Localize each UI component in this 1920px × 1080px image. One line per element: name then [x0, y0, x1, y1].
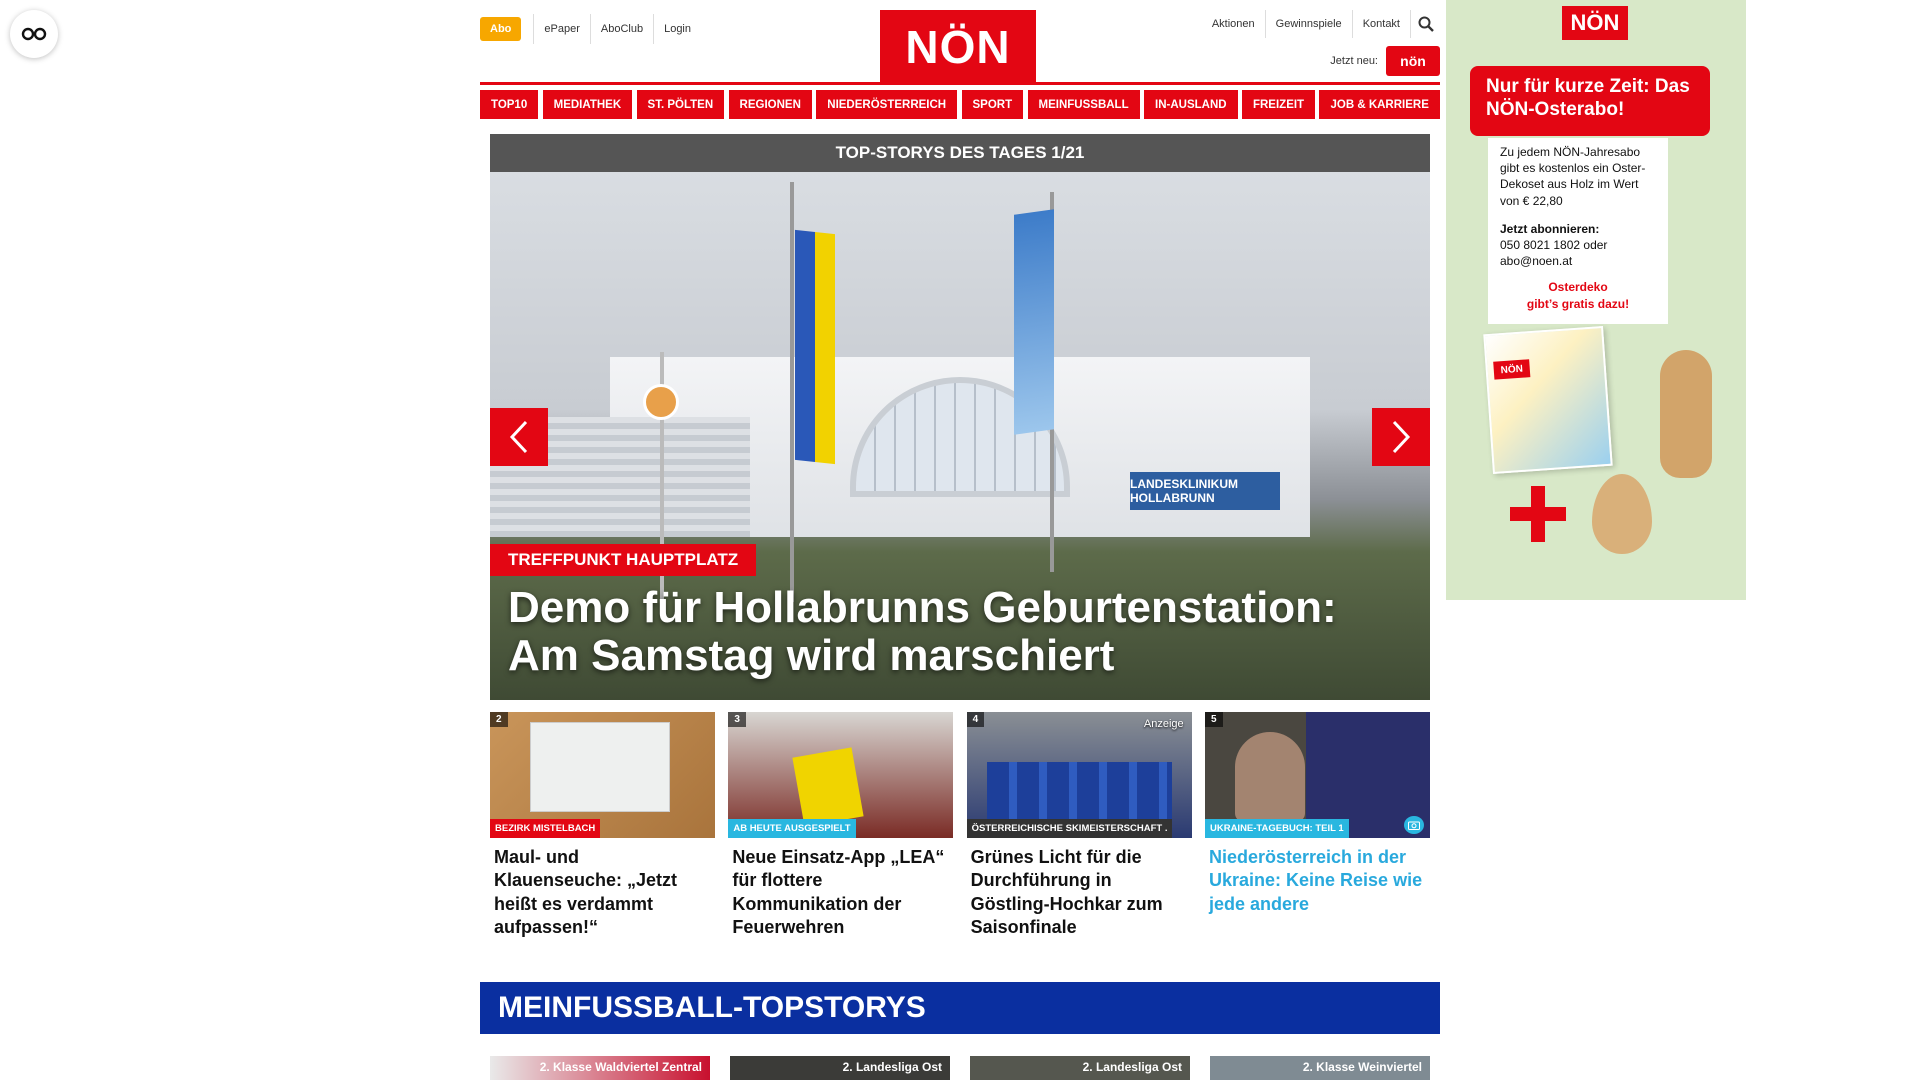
teaser-tag: AB HEUTE AUSGESPIELT: [728, 819, 856, 838]
ad-red-line-2: gibt’s gratis dazu!: [1526, 296, 1630, 311]
building-sign: LANDESKLINIKUM HOLLABRUNN: [1130, 472, 1280, 510]
jetzt-neu-label: Jetzt neu:: [1330, 55, 1378, 67]
ad-logo: NÖN: [1562, 6, 1628, 40]
teaser-tag: ÖSTERREICHISCHE SKIMEISTERSCHAFT .: [966, 819, 1173, 838]
main-nav: TOP10 MEDIATHEK ST. PÖLTEN REGIONEN NIED…: [480, 90, 1440, 119]
easter-egg-image: [1592, 474, 1652, 554]
teaser-title[interactable]: Niederösterreich in der Ukraine: Keine R…: [1209, 846, 1426, 916]
glasses-icon: [21, 27, 47, 41]
jetzt-neu: Jetzt neu: nön: [1330, 46, 1440, 76]
meinfussball-card-label: 2. Landesliga Ost: [842, 1060, 942, 1074]
nav-top10[interactable]: TOP10: [480, 90, 539, 119]
meinfussball-card[interactable]: 2. Klasse Waldviertel Zentral: [490, 1056, 710, 1080]
teaser-number: 5: [1204, 712, 1223, 727]
gewinnspiele-link[interactable]: Gewinnspiele: [1264, 10, 1352, 38]
teaser-number: 4: [966, 712, 985, 727]
teaser-image: 3 AB HEUTE AUSGESPIELT: [728, 712, 954, 838]
abo-button[interactable]: Abo: [480, 17, 522, 41]
slider-prev-button[interactable]: [490, 408, 548, 466]
hero-slide[interactable]: LANDESKLINIKUM HOLLABRUNN TREFFPUNKT HAU…: [490, 172, 1430, 700]
noen-logo[interactable]: NÖN: [880, 10, 1036, 84]
teaser-number: 2: [490, 712, 508, 727]
meinfussball-card-label: 2. Klasse Waldviertel Zentral: [539, 1060, 702, 1074]
page: Abo ePaper AboClub Login NÖN Aktionen Ge…: [480, 0, 1440, 1080]
easter-bunny-image: [1660, 350, 1712, 478]
ad-magazine-image: NÖN: [1483, 325, 1613, 475]
hero-title[interactable]: Demo für Hollabrunns Geburtenstation: Am…: [508, 583, 1408, 681]
aboclub-link[interactable]: AboClub: [589, 14, 653, 44]
nav-meinfussball[interactable]: MEINFUSSBALL: [1027, 90, 1140, 119]
nav-in-ausland[interactable]: IN-AUSLAND: [1144, 90, 1238, 119]
accessibility-button[interactable]: [10, 10, 58, 58]
teaser-image: 5 UKRAINE-TAGEBUCH: TEIL 1: [1204, 712, 1430, 838]
teaser-card[interactable]: 5 UKRAINE-TAGEBUCH: TEIL 1 Niederösterre…: [1204, 712, 1430, 940]
nav-job-karriere[interactable]: JOB & KARRIERE: [1319, 90, 1440, 119]
teaser-number: 3: [728, 712, 746, 727]
nav-mediathek[interactable]: MEDIATHEK: [542, 90, 633, 119]
ad-magazine-logo: NÖN: [1493, 359, 1531, 380]
nav-divider: [480, 82, 1440, 85]
hero-building-image: [490, 357, 1310, 537]
header-left: Abo ePaper AboClub Login: [480, 14, 701, 44]
ad-label: Anzeige: [1143, 718, 1184, 730]
ad-headline: Nur für kurze Zeit: Das NÖN-Osterabo!: [1470, 66, 1710, 136]
teaser-title[interactable]: Maul- und Klauenseuche: „Jetzt heißt es …: [494, 846, 711, 940]
epaper-link[interactable]: ePaper: [533, 14, 589, 44]
teaser-tag: BEZIRK MISTELBACH: [490, 819, 601, 838]
teaser-tag: UKRAINE-TAGEBUCH: TEIL 1: [1204, 819, 1349, 838]
kleine-noen-logo[interactable]: nön: [1386, 46, 1440, 76]
hero-category[interactable]: TREFFPUNKT HAUPTPLATZ: [490, 544, 757, 576]
ad-body: Zu jedem NÖN-Jahresabo gibt es kostenlos…: [1500, 145, 1646, 208]
nav-sport[interactable]: SPORT: [961, 90, 1024, 119]
aktionen-link[interactable]: Aktionen: [1202, 10, 1265, 38]
chevron-left-icon: [509, 420, 528, 454]
meinfussball-card-label: 2. Klasse Weinviertel: [1302, 1060, 1422, 1074]
meinfussball-card[interactable]: 2. Landesliga Ost: [730, 1056, 950, 1080]
search-icon[interactable]: [1410, 10, 1440, 38]
kontakt-link[interactable]: Kontakt: [1351, 10, 1410, 38]
ad-textbox: Zu jedem NÖN-Jahresabo gibt es kostenlos…: [1488, 138, 1668, 324]
teaser-title[interactable]: Grünes Licht für die Durchführung in Gös…: [971, 846, 1188, 940]
meinfussball-row: 2. Klasse Waldviertel Zentral 2. Landesl…: [490, 1056, 1430, 1080]
chevron-right-icon: [1392, 420, 1411, 454]
teaser-title[interactable]: Neue Einsatz-App „LEA“ für flottere Komm…: [732, 846, 949, 940]
ad-cta-title: Jetzt abonnieren:: [1500, 221, 1600, 236]
meinfussball-heading: MEINFUSSBALL-TOPSTORYS: [480, 982, 1440, 1034]
teaser-image: 4 Anzeige ÖSTERREICHISCHE SKIMEISTERSCHA…: [966, 712, 1192, 838]
teaser-card[interactable]: 3 AB HEUTE AUSGESPIELT Neue Einsatz-App …: [728, 712, 954, 940]
camera-icon: [1403, 816, 1424, 834]
slider-title-bar: TOP-STORYS DES TAGES 1/21: [490, 134, 1430, 172]
plus-icon: [1510, 486, 1566, 542]
meinfussball-card[interactable]: 2. Klasse Weinviertel: [1210, 1056, 1430, 1080]
teaser-card[interactable]: 4 Anzeige ÖSTERREICHISCHE SKIMEISTERSCHA…: [966, 712, 1192, 940]
nav-niederoesterreich[interactable]: NIEDERÖSTERREICH: [816, 90, 958, 119]
nav-freizeit[interactable]: FREIZEIT: [1241, 90, 1316, 119]
login-link[interactable]: Login: [653, 14, 701, 44]
advertisement[interactable]: NÖN Nur für kurze Zeit: Das NÖN-Osterabo…: [1446, 0, 1746, 600]
slider-next-button[interactable]: [1372, 408, 1430, 466]
nav-regionen[interactable]: REGIONEN: [728, 90, 812, 119]
nav-st-poelten[interactable]: ST. PÖLTEN: [636, 90, 725, 119]
ad-cta-body: 050 8021 1802 oder abo@noen.at: [1500, 237, 1608, 269]
teaser-row: 2 BEZIRK MISTELBACH Maul- und Klauenseuc…: [490, 712, 1430, 940]
teaser-card[interactable]: 2 BEZIRK MISTELBACH Maul- und Klauenseuc…: [490, 712, 715, 940]
meinfussball-card[interactable]: 2. Landesliga Ost: [970, 1056, 1190, 1080]
meinfussball-card-label: 2. Landesliga Ost: [1082, 1060, 1182, 1074]
teaser-image: 2 BEZIRK MISTELBACH: [490, 712, 715, 838]
ad-red-line-1: Osterdeko: [1548, 280, 1608, 295]
header-right: Aktionen Gewinnspiele Kontakt: [1202, 10, 1440, 38]
